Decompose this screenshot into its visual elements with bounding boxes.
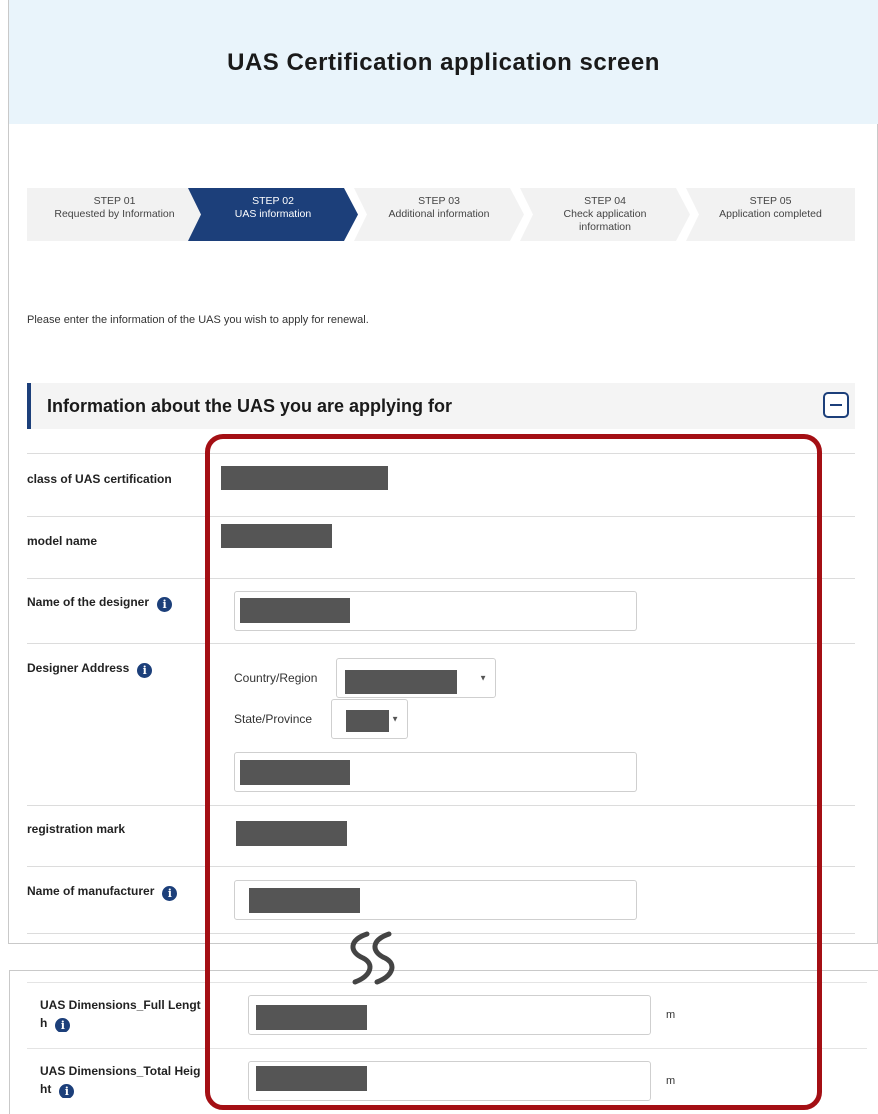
page-header: UAS Certification application screen xyxy=(9,0,878,124)
step-4-number: STEP 04 xyxy=(584,195,626,207)
class-label: class of UAS certification xyxy=(27,472,172,486)
info-icon[interactable]: i xyxy=(59,1084,75,1098)
step-1-label: Requested by Information xyxy=(54,208,175,220)
manufacturer-redacted xyxy=(249,888,360,913)
step-3-label: Additional information xyxy=(388,208,490,220)
total-height-label-wrap: UAS Dimensions_Total Height i xyxy=(40,1062,206,1098)
manufacturer-label-wrap: Name of manufacturer i xyxy=(27,884,178,901)
step-4-label: Check application information xyxy=(563,208,647,233)
row-model: model name xyxy=(27,516,855,578)
designer-address-label-wrap: Designer Address i xyxy=(27,661,153,678)
class-value-redacted xyxy=(221,466,388,490)
step-5-number: STEP 05 xyxy=(749,195,792,207)
registration-redacted xyxy=(236,821,347,846)
step-2-label: UAS information xyxy=(234,208,312,220)
step-5-label: Application completed xyxy=(719,208,822,220)
full-length-redacted xyxy=(256,1005,367,1030)
state-value-redacted xyxy=(346,710,389,732)
info-icon[interactable]: i xyxy=(55,1018,71,1032)
chevron-down-icon: ▼ xyxy=(479,673,487,683)
total-height-unit: m xyxy=(666,1075,676,1087)
intro-text: Please enter the information of the UAS … xyxy=(27,314,369,326)
page-title: UAS Certification application screen xyxy=(227,49,660,76)
step-5: STEP 05 Application completed xyxy=(686,188,855,241)
step-4: STEP 04 Check application information xyxy=(520,188,690,241)
minus-square-icon[interactable] xyxy=(823,392,849,418)
designer-name-redacted xyxy=(240,598,350,623)
info-icon[interactable]: i xyxy=(162,886,178,901)
full-length-label-wrap: UAS Dimensions_Full Length i xyxy=(40,996,206,1032)
chevron-down-icon: ▼ xyxy=(391,714,399,724)
info-icon[interactable]: i xyxy=(157,597,173,612)
row-class: class of UAS certification xyxy=(27,453,855,516)
total-height-redacted xyxy=(256,1066,367,1091)
country-value-redacted xyxy=(345,670,457,694)
full-length-unit: m xyxy=(666,1009,676,1021)
model-value-redacted xyxy=(221,524,332,548)
step-3-number: STEP 03 xyxy=(418,195,460,207)
model-label: model name xyxy=(27,534,98,548)
step-2: STEP 02 UAS information xyxy=(188,188,358,241)
progress-stepper: STEP 01 Requested by Information STEP 02 U… xyxy=(27,188,855,241)
section-title: Information about the UAS you are applyi… xyxy=(47,396,453,416)
info-icon[interactable]: i xyxy=(137,663,153,678)
address-redacted xyxy=(240,760,350,785)
designer-name-label-wrap: Name of the designer i xyxy=(27,595,173,612)
step-3: STEP 03 Additional information xyxy=(354,188,524,241)
registration-label: registration mark xyxy=(27,822,126,836)
designer-name-label: Name of the designer xyxy=(27,595,150,609)
step-1-number: STEP 01 xyxy=(93,195,136,207)
designer-address-label: Designer Address xyxy=(27,661,130,675)
section-header: Information about the UAS you are applyi… xyxy=(27,383,855,429)
omission-squiggle-icon xyxy=(350,931,395,985)
row-registration: registration mark xyxy=(27,805,855,866)
step-1: STEP 01 Requested by Information xyxy=(27,188,202,241)
state-label: State/Province xyxy=(234,712,313,726)
step-2-number: STEP 02 xyxy=(252,195,294,207)
manufacturer-label: Name of manufacturer xyxy=(27,884,155,898)
country-label: Country/Region xyxy=(234,671,318,685)
